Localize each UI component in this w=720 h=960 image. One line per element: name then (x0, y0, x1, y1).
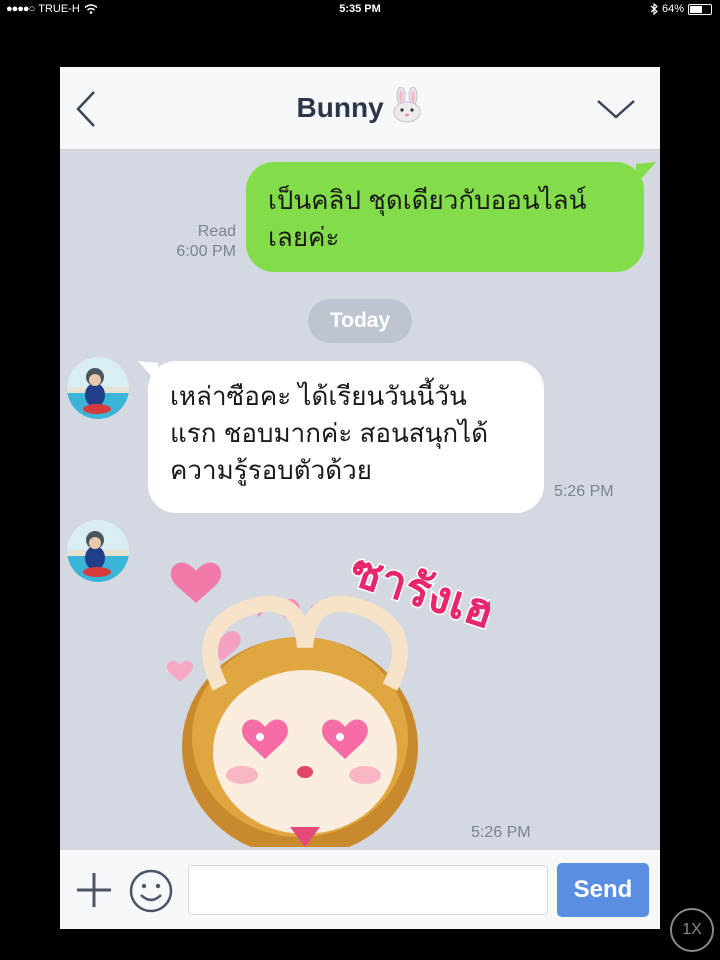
send-button[interactable]: Send (557, 863, 649, 917)
message-text: เลยค่ะ (268, 222, 340, 252)
chat-title: Bunny (60, 86, 660, 124)
message-text: เหล่าซือคะ ได้เรียนวันนี้วัน (170, 381, 467, 411)
message-text: แรก ชอบมากค่ะ สอนสนุกได้ (170, 418, 489, 448)
avatar[interactable] (67, 520, 129, 582)
chevron-down-icon[interactable] (596, 97, 636, 121)
message-time: 5:26 PM (471, 824, 531, 841)
status-bar: ●●●●○ TRUE-H 5:35 PM 64% (0, 0, 720, 20)
bluetooth-icon (650, 3, 658, 15)
message-bubble-incoming[interactable]: เหล่าซือคะ ได้เรียนวันนี้วัน แรก ชอบมากค… (148, 361, 544, 513)
read-status: Read (197, 223, 236, 240)
rabbit-face-icon (393, 86, 421, 123)
avatar[interactable] (67, 357, 129, 419)
avatar-photo (67, 520, 129, 582)
battery-percent: 64% (661, 3, 684, 15)
read-receipt: Read 6:00 PM (156, 222, 236, 262)
input-bar: Send (60, 849, 660, 929)
plus-icon[interactable] (74, 870, 114, 910)
sticker-text: ซารังเฮ (344, 543, 490, 638)
sticker-image[interactable]: ซารังเฮ (160, 537, 490, 847)
message-input[interactable] (188, 865, 548, 915)
emoji-icon[interactable] (128, 868, 174, 914)
message-bubble-outgoing[interactable]: เป็นคลิป ชุดเดียวกับออนไลน์ เลยค่ะ (246, 162, 644, 272)
zoom-button[interactable]: 1X (670, 908, 714, 952)
message-text: เป็นคลิป ชุดเดียวกับออนไลน์ (268, 185, 587, 215)
chat-header: Bunny (60, 67, 660, 150)
message-time: 5:26 PM (554, 483, 614, 500)
chat-title-text: Bunny (296, 92, 384, 123)
message-text: ความรู้รอบตัวด้วย (170, 455, 372, 485)
status-time: 5:35 PM (339, 3, 381, 15)
battery-icon (688, 3, 712, 15)
date-separator: Today (308, 299, 412, 343)
avatar-photo (67, 357, 129, 419)
message-time: 6:00 PM (176, 243, 236, 260)
chat-window: Bunny เป็นคลิป ชุดเดียวกับออนไลน์ เลยค่ะ… (60, 67, 660, 929)
